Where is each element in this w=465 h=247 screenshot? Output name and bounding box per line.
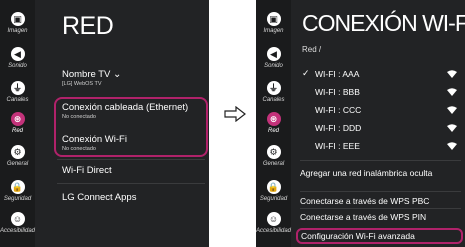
wifi-network-row[interactable]: WI-FI : EEE: [302, 140, 457, 154]
advanced-wifi-settings-item[interactable]: Configuración Wi-Fi avanzada: [296, 228, 463, 244]
wired-connection-status: No conectado: [62, 114, 96, 120]
wifi-network-name: WI-FI : CCC: [315, 105, 362, 115]
settings-sidebar: ▣ Imagen ◀ Sonido ⏚ Canales ⊛ Red ⚙ Gene…: [0, 0, 35, 247]
sidebar-item-red[interactable]: ⊛ Red: [256, 112, 291, 135]
wifi-connection-item[interactable]: Conexión Wi-Fi No conectado: [62, 134, 205, 152]
speaker-icon: ◀: [266, 47, 281, 61]
sidebar-item-label: Seguridad: [3, 196, 32, 202]
sidebar-item-label: Accesibilidad: [256, 228, 292, 234]
wifi-signal-icon: [447, 106, 457, 114]
lock-icon: 🔒: [266, 180, 281, 194]
sidebar-item-label: Sonido: [8, 63, 27, 69]
divider: [300, 160, 461, 161]
add-hidden-network-item[interactable]: Agregar una red inalámbrica oculta: [300, 168, 461, 178]
divider: [300, 191, 461, 192]
wifi-signal-icon: [447, 142, 457, 150]
picture-icon: ▣: [10, 12, 25, 26]
wifi-network-row[interactable]: WI-FI : BBB: [302, 86, 457, 100]
sidebar-item-label: Red: [11, 128, 23, 134]
tv-name-item[interactable]: Nombre TV ⌄ [LG] WebOS TV: [62, 69, 205, 87]
sidebar-item-label: Sonido: [264, 63, 283, 69]
sidebar-item-canales[interactable]: ⏚ Canales: [256, 81, 291, 104]
sidebar-item-seguridad[interactable]: 🔒 Seguridad: [256, 180, 291, 203]
wifi-network-name: WI-FI : EEE: [315, 141, 360, 151]
wifi-signal-icon: [447, 88, 457, 96]
wifi-network-name: WI-FI : AAA: [315, 69, 360, 79]
wifi-connection-status: No conectado: [62, 146, 96, 152]
lg-connect-apps-item[interactable]: LG Connect Apps: [62, 192, 205, 203]
wifi-network-row[interactable]: WI-FI : DDD: [302, 122, 457, 136]
settings-sidebar: ▣ Imagen ◀ Sonido ⏚ Canales ⊛ Red ⚙ Gene…: [256, 0, 291, 247]
sidebar-item-label: Imagen: [7, 28, 28, 34]
wifi-network-row[interactable]: ✓ WI-FI : AAA: [302, 68, 457, 82]
wifi-signal-icon: [447, 124, 457, 132]
network-icon: ⊛: [10, 112, 25, 126]
network-icon: ⊛: [266, 112, 281, 126]
gear-icon: ⚙: [10, 145, 25, 159]
accessibility-icon: ☺: [266, 212, 281, 226]
sidebar-item-label: Accesibilidad: [0, 228, 36, 234]
sidebar-item-label: Red: [267, 128, 279, 134]
tv-name-value: [LG] WebOS TV: [62, 81, 102, 87]
sidebar-item-label: Seguridad: [259, 196, 288, 202]
wifi-direct-item[interactable]: Wi-Fi Direct: [62, 165, 205, 176]
sidebar-item-label: Imagen: [263, 28, 284, 34]
antenna-icon: ⏚: [266, 81, 281, 95]
chevron-down-icon: ⌄: [113, 69, 122, 80]
wps-pin-item[interactable]: Conectarse a través de WPS PIN: [300, 212, 461, 222]
sidebar-item-label: General: [6, 161, 29, 167]
settings-panel-red: ▣ Imagen ◀ Sonido ⏚ Canales ⊛ Red ⚙ Gene…: [0, 0, 209, 247]
breadcrumb: Red /: [302, 45, 322, 54]
sidebar-item-canales[interactable]: ⏚ Canales: [0, 81, 35, 104]
wired-connection-label: Conexión cableada (Ethernet): [62, 102, 189, 113]
arrow-right-icon: [224, 106, 246, 122]
divider: [300, 208, 461, 209]
antenna-icon: ⏚: [10, 81, 25, 95]
wps-pbc-item[interactable]: Conectarse a través de WPS PBC: [300, 196, 461, 206]
wifi-network-row[interactable]: WI-FI : CCC: [302, 104, 457, 118]
lock-icon: 🔒: [10, 180, 25, 194]
tv-name-label: Nombre TV: [62, 69, 111, 80]
picture-icon: ▣: [266, 12, 281, 26]
wifi-network-name: WI-FI : BBB: [315, 87, 360, 97]
settings-content: CONEXIÓN WI-FI Red / ✓ WI-FI : AAA WI-FI…: [291, 0, 465, 247]
sidebar-item-imagen[interactable]: ▣ Imagen: [0, 12, 35, 35]
sidebar-item-seguridad[interactable]: 🔒 Seguridad: [0, 180, 35, 203]
settings-content: RED Nombre TV ⌄ [LG] WebOS TV Conexión c…: [35, 0, 209, 247]
sidebar-item-general[interactable]: ⚙ General: [0, 145, 35, 168]
speaker-icon: ◀: [10, 47, 25, 61]
wifi-connection-label: Conexión Wi-Fi: [62, 134, 127, 145]
divider: [57, 183, 205, 184]
sidebar-item-sonido[interactable]: ◀ Sonido: [256, 47, 291, 70]
page-title: CONEXIÓN WI-FI: [302, 10, 465, 36]
gear-icon: ⚙: [266, 145, 281, 159]
accessibility-icon: ☺: [10, 212, 25, 226]
sidebar-item-sonido[interactable]: ◀ Sonido: [0, 47, 35, 70]
sidebar-item-label: General: [262, 161, 285, 167]
divider: [57, 159, 205, 160]
sidebar-item-red[interactable]: ⊛ Red: [0, 112, 35, 135]
wifi-signal-icon: [447, 70, 457, 78]
sidebar-item-label: Canales: [6, 97, 29, 103]
settings-panel-wifi: ▣ Imagen ◀ Sonido ⏚ Canales ⊛ Red ⚙ Gene…: [256, 0, 465, 247]
wifi-network-name: WI-FI : DDD: [315, 123, 362, 133]
sidebar-item-accesibilidad[interactable]: ☺ Accesibilidad: [256, 212, 291, 235]
sidebar-item-general[interactable]: ⚙ General: [256, 145, 291, 168]
wired-connection-item[interactable]: Conexión cableada (Ethernet) No conectad…: [62, 102, 205, 120]
sidebar-item-imagen[interactable]: ▣ Imagen: [256, 12, 291, 35]
sidebar-item-label: Canales: [262, 97, 285, 103]
page-title: RED: [62, 12, 114, 40]
checkmark-icon: ✓: [302, 68, 310, 78]
sidebar-item-accesibilidad[interactable]: ☺ Accesibilidad: [0, 212, 35, 235]
